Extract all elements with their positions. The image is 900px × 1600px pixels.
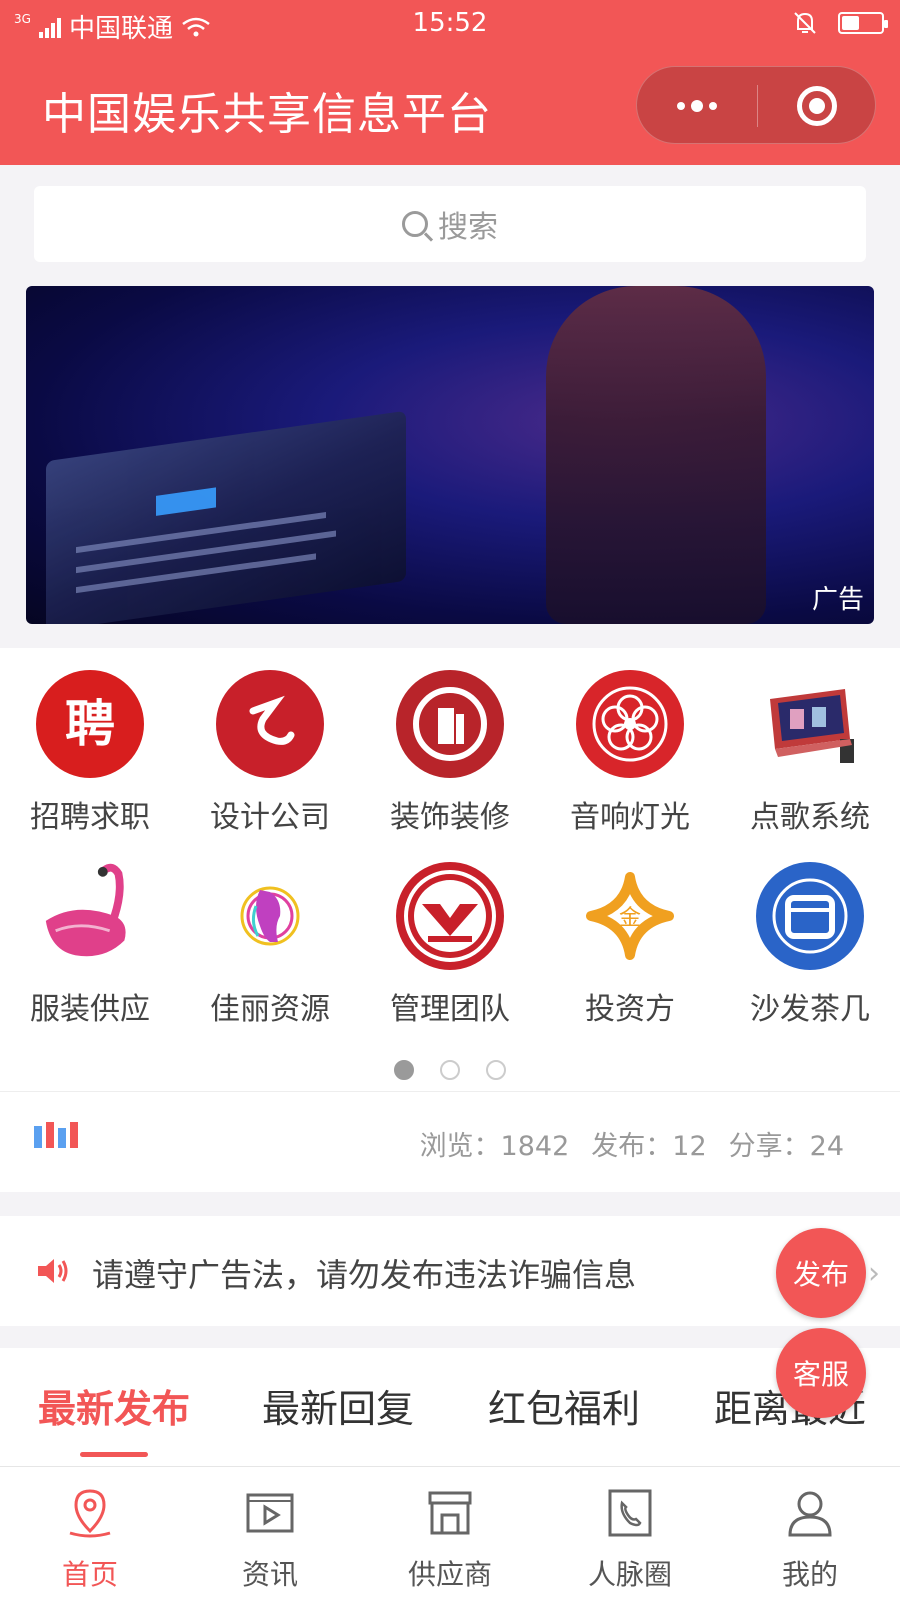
speaker-icon [38,1259,68,1283]
karaoke-icon [756,670,864,778]
bottom-nav: 首页 资讯 供应商 人脉圈 我的 [0,1466,900,1600]
nav-network[interactable]: 人脉圈 [540,1467,720,1600]
target-icon[interactable] [757,67,877,145]
customer-service-button[interactable]: 客服 [776,1328,866,1418]
publish-button[interactable]: 发布 [776,1228,866,1318]
feed-tabs: 最新发布 最新回复 红包福利 距离最近 [0,1348,900,1466]
active-tab-indicator [80,1452,148,1457]
posts-count: 发布：12 [591,1131,707,1162]
tab-red-packets[interactable]: 红包福利 [488,1378,640,1433]
invest-icon: 金 [576,862,684,970]
stats-row: 浏览：1842 发布：12 分享：24 [0,1092,900,1192]
tab-latest-posts[interactable]: 最新发布 [38,1378,190,1433]
nav-suppliers[interactable]: 供应商 [360,1467,540,1600]
notice-bar[interactable]: 请遵守广告法，请勿发布违法诈骗信息 › [0,1216,900,1326]
recruit-icon: 聘 [36,670,144,778]
nav-home[interactable]: 首页 [0,1467,180,1600]
category-label: 招聘求职 [30,800,150,835]
ad-label: 广告 [811,585,864,615]
battery-icon [838,12,888,34]
performer-image [546,286,766,624]
category-clothing[interactable]: 服装供应 [0,862,180,1042]
mute-bell-icon [794,12,816,34]
nav-mine[interactable]: 我的 [720,1467,900,1600]
girl-icon [216,862,324,970]
nav-label: 人脉圈 [587,1558,672,1591]
svg-text:金: 金 [619,906,641,931]
bar-chart-icon [34,1122,78,1148]
status-bar: 3G 中国联通 15:52 [0,0,900,48]
category-management[interactable]: 管理团队 [360,862,540,1042]
flower-icon [576,670,684,778]
views-count: 浏览：1842 [419,1131,570,1162]
video-icon [246,1493,294,1533]
pager-dot-active[interactable] [394,1060,414,1080]
sofa-icon [756,862,864,970]
category-label: 装饰装修 [390,800,510,835]
category-karaoke[interactable]: 点歌系统 [720,670,900,850]
nav-news[interactable]: 资讯 [180,1467,360,1600]
pager-dot[interactable] [486,1060,506,1080]
category-decoration[interactable]: 装饰装修 [360,670,540,850]
decoration-icon [396,670,504,778]
tab-latest-replies[interactable]: 最新回复 [262,1378,414,1433]
shares-count: 分享：24 [728,1131,844,1162]
category-label: 佳丽资源 [210,992,330,1027]
more-dots-icon[interactable] [637,67,757,145]
mixer-console-image [46,410,406,624]
app-title: 中国娱乐共享信息平台 [42,89,492,140]
nav-label: 首页 [61,1558,118,1591]
category-label: 音响灯光 [570,800,690,835]
nav-label: 资讯 [241,1558,298,1591]
category-label: 服装供应 [30,992,150,1027]
flamingo-icon [36,862,144,970]
nav-label: 供应商 [407,1558,492,1591]
category-investor[interactable]: 金 投资方 [540,862,720,1042]
category-beauty[interactable]: 佳丽资源 [180,862,360,1042]
chevron-right-icon: › [868,1256,880,1291]
category-label: 投资方 [585,992,675,1027]
category-sofa[interactable]: 沙发茶几 [720,862,900,1042]
category-design[interactable]: 设计公司 [180,670,360,850]
search-icon [402,211,428,237]
search-input[interactable]: 搜索 [34,186,866,262]
category-label: 管理团队 [390,992,510,1027]
design-icon [216,670,324,778]
status-right [792,10,888,36]
category-audio-light[interactable]: 音响灯光 [540,670,720,850]
phone-book-icon [608,1489,652,1537]
category-label: 设计公司 [210,800,330,835]
svg-text:聘: 聘 [65,694,115,753]
location-icon [69,1489,111,1538]
top-bar: 3G 中国联通 15:52 中国娱乐共享信息平台 [0,0,900,165]
category-recruit[interactable]: 聘 招聘求职 [0,670,180,850]
category-label: 沙发茶几 [750,992,870,1027]
battery-fill [842,16,860,30]
category-pager [0,1060,900,1080]
stats-text: 浏览：1842 发布：12 分享：24 [420,1124,844,1163]
clock: 15:52 [412,8,488,38]
nav-label: 我的 [781,1558,838,1591]
category-label: 点歌系统 [750,800,870,835]
store-icon [428,1491,472,1535]
search-placeholder: 搜索 [438,210,498,245]
mini-program-capsule [636,66,876,144]
team-icon [396,862,504,970]
pager-dot[interactable] [440,1060,460,1080]
banner-carousel[interactable]: 广告 [26,286,874,624]
user-icon [788,1491,832,1537]
notice-text: 请遵守广告法，请勿发布违法诈骗信息 [92,1256,637,1294]
